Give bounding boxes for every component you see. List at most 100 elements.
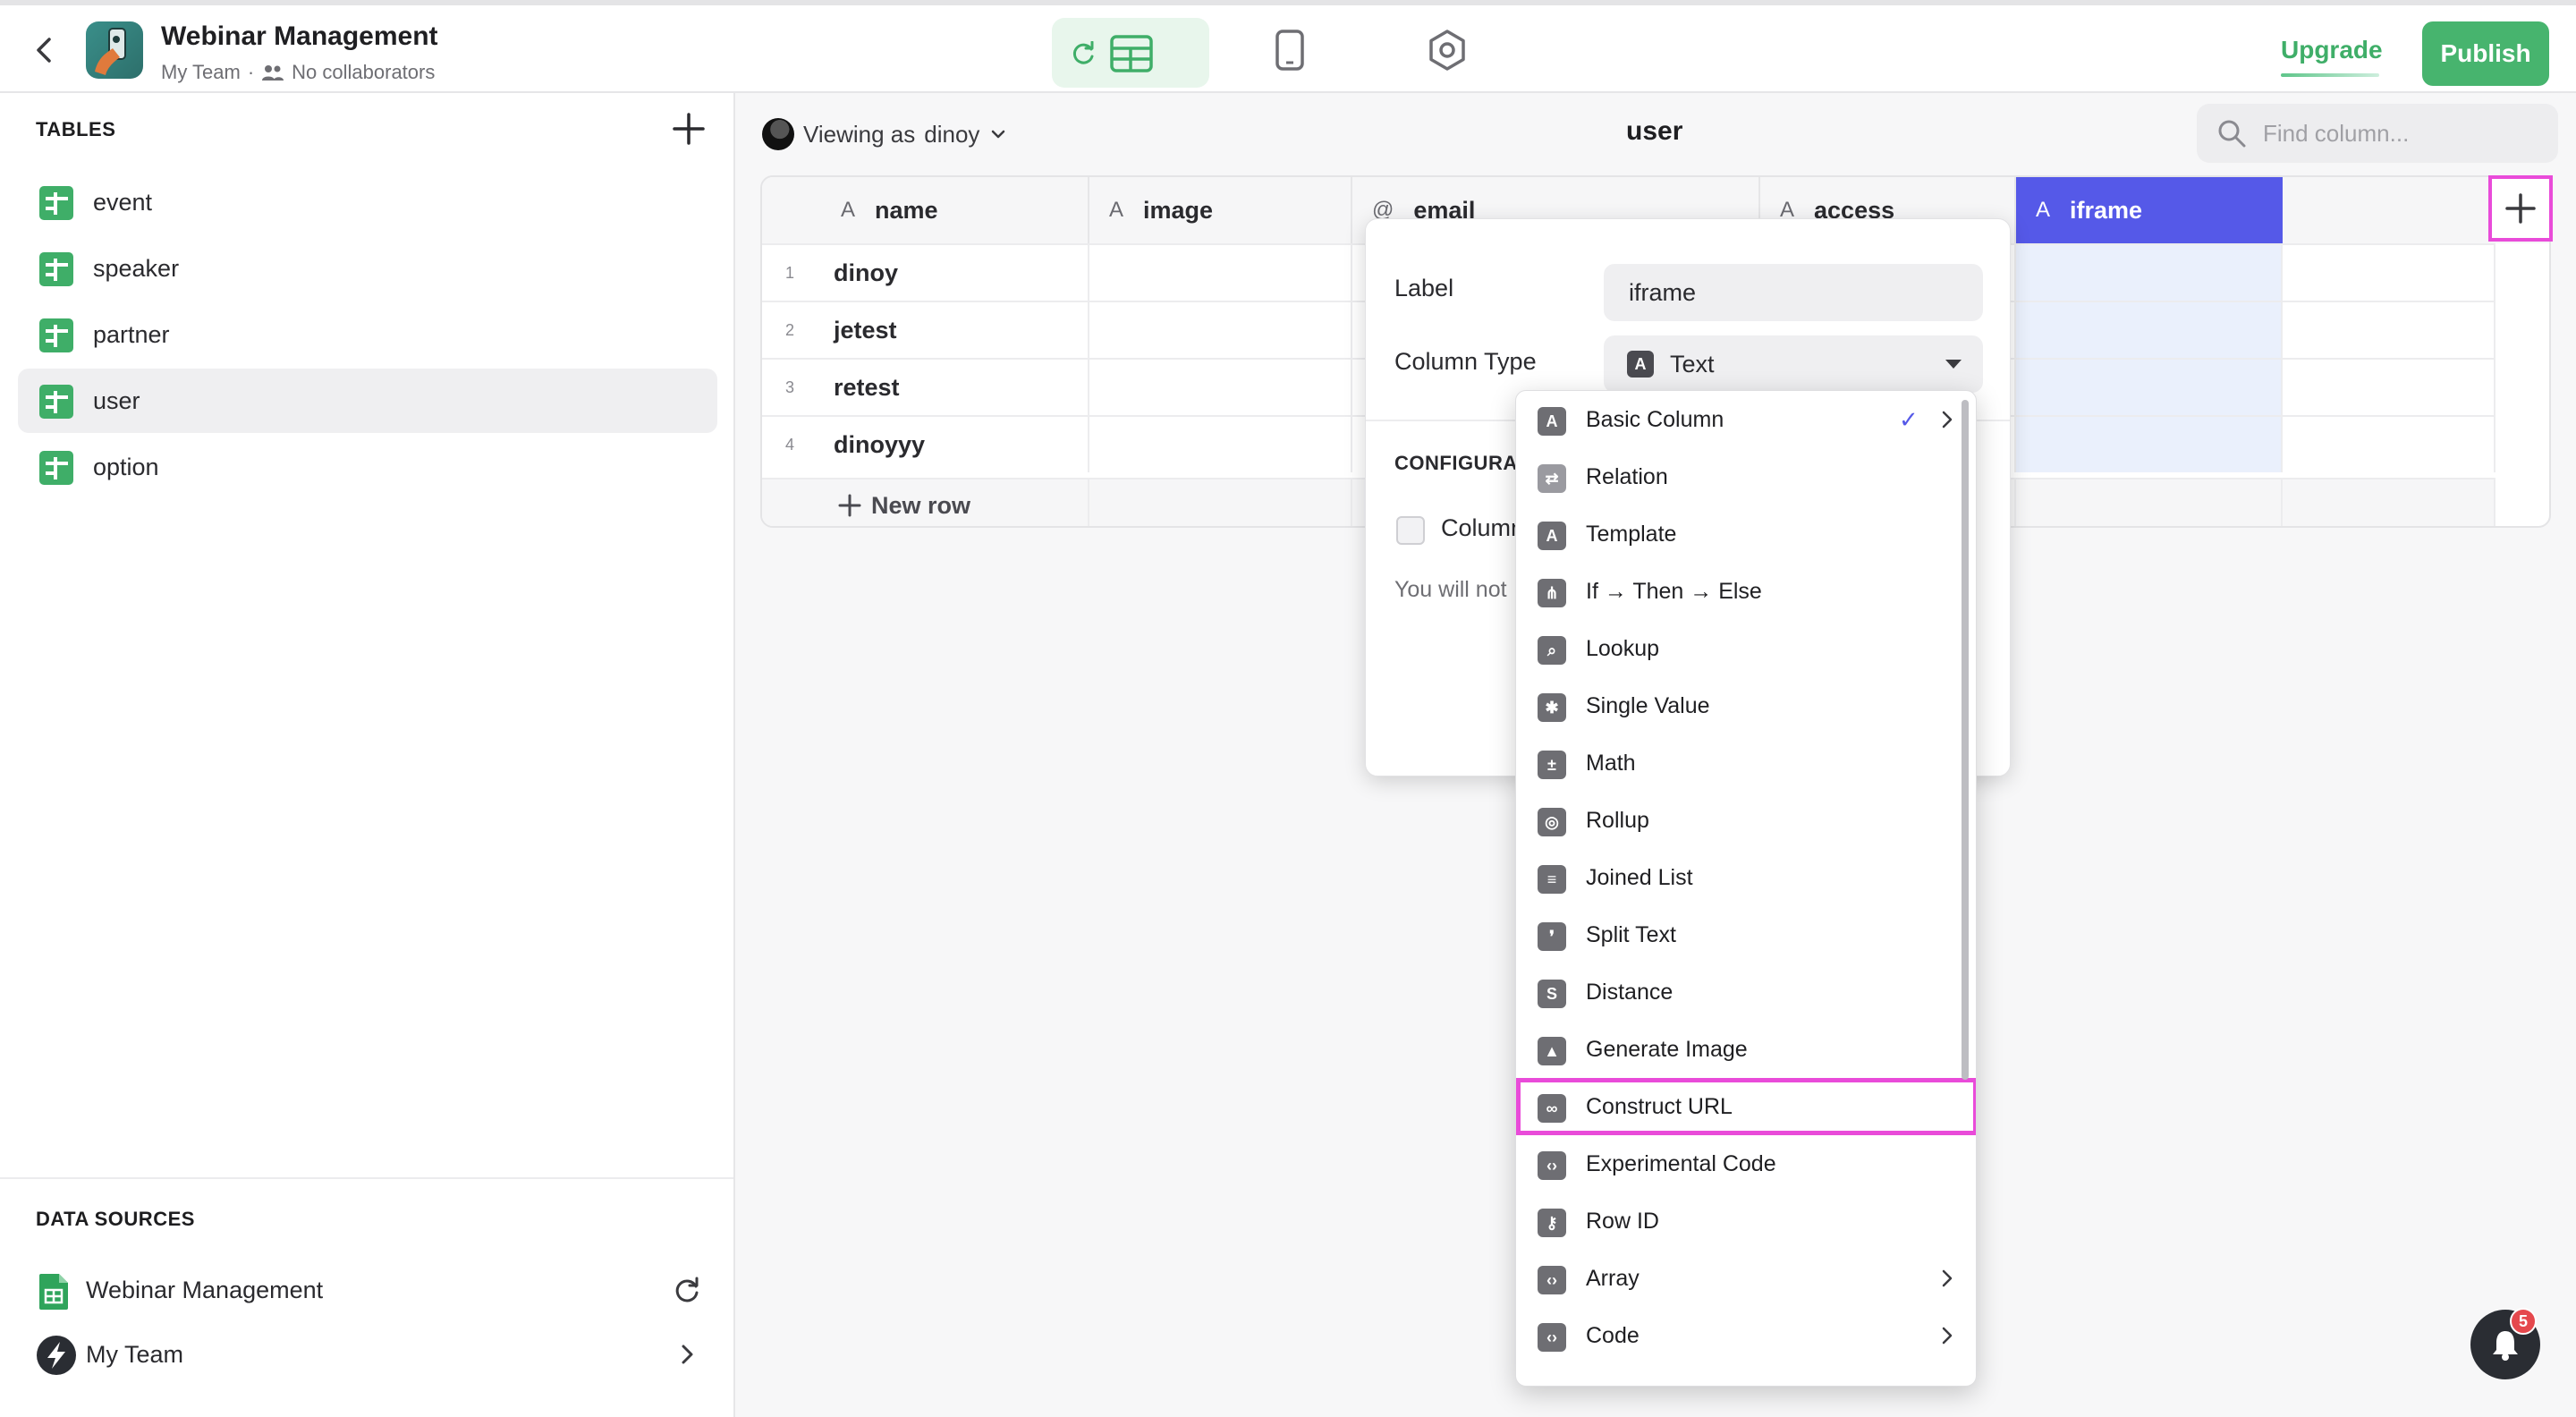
new-row-button[interactable]: New row <box>762 478 1089 526</box>
sidebar-item-user[interactable]: user <box>18 369 717 433</box>
table-row[interactable]: 4 dinoyyy <box>762 415 1089 472</box>
cell-empty <box>2283 243 2496 301</box>
cell-iframe[interactable] <box>2016 243 2283 301</box>
label-input[interactable] <box>1627 277 1949 308</box>
chevron-right-icon <box>1942 1269 1953 1287</box>
cell-iframe[interactable] <box>2016 301 2283 358</box>
menu-item-array[interactable]: ‹› Array <box>1516 1250 1976 1307</box>
menu-item-template[interactable]: A Template <box>1516 505 1976 563</box>
add-column-button[interactable] <box>2488 175 2553 242</box>
table-sheet-icon <box>39 451 73 485</box>
column-header-label: name <box>875 196 938 224</box>
column-header-label: image <box>1143 196 1214 224</box>
chevron-right-icon[interactable] <box>674 1342 699 1367</box>
cell-iframe[interactable] <box>2016 415 2283 472</box>
column-type-value: Text <box>1670 350 1715 378</box>
table-sheet-icon <box>39 186 73 220</box>
cell-empty <box>2283 415 2496 472</box>
sidebar-item-label: event <box>93 188 153 216</box>
column-header-name[interactable]: A name <box>762 177 1089 243</box>
menu-item-math[interactable]: ± Math <box>1516 734 1976 792</box>
column-header-iframe[interactable]: A iframe <box>2016 177 2283 243</box>
column-type-label: Column Type <box>1394 348 1537 375</box>
table-row[interactable]: 3 retest <box>762 358 1089 415</box>
checkbox-label: Column <box>1441 514 1525 541</box>
new-row-label: New row <box>871 491 971 519</box>
menu-item-joined-list[interactable]: ≡ Joined List <box>1516 849 1976 906</box>
viewing-as-selector[interactable]: Viewing as dinoy <box>762 116 1008 152</box>
sidebar-item-option[interactable]: option <box>18 435 717 499</box>
column-header-image[interactable]: A image <box>1089 177 1352 243</box>
settings-tab[interactable] <box>1415 18 1479 82</box>
find-column-input[interactable] <box>2261 118 2529 148</box>
menu-item-basic-column[interactable]: A Basic Column ✓ <box>1516 391 1976 448</box>
menu-item-label: Basic Column <box>1586 406 1724 432</box>
cell-image[interactable] <box>1089 358 1352 415</box>
cell-image[interactable] <box>1089 415 1352 472</box>
search-icon <box>2218 120 2246 148</box>
upgrade-link[interactable]: Upgrade <box>2281 36 2383 64</box>
menu-item-lookup[interactable]: ⌕ Lookup <box>1516 620 1976 677</box>
menu-item-label: Construct URL <box>1586 1093 1733 1119</box>
phone-icon <box>1275 30 1304 71</box>
collaborators-status: No collaborators <box>292 61 436 83</box>
sidebar-item-event[interactable]: event <box>18 170 717 234</box>
chevron-right-icon <box>1942 411 1953 428</box>
menu-item-distance[interactable]: S Distance <box>1516 963 1976 1021</box>
table-row[interactable]: 1 dinoy <box>762 243 1089 301</box>
tables-section-title: TABLES <box>36 118 116 140</box>
menu-item-construct-url[interactable]: ∞ Construct URL <box>1516 1078 1976 1135</box>
chevron-down-icon <box>992 130 1005 139</box>
data-editor-tab[interactable] <box>1052 18 1209 88</box>
sidebar-divider <box>0 1177 733 1179</box>
rollup-icon: ◎ <box>1538 808 1566 836</box>
dropdown-scrollbar[interactable] <box>1962 400 1969 1080</box>
text-type-icon: A <box>2036 198 2051 222</box>
menu-item-split-text[interactable]: ❜ Split Text <box>1516 906 1976 963</box>
menu-item-label: Row ID <box>1586 1208 1659 1234</box>
math-icon: ± <box>1538 751 1566 779</box>
menu-item-single-value[interactable]: ✱ Single Value <box>1516 677 1976 734</box>
separator: · <box>247 61 255 83</box>
back-arrow-icon[interactable] <box>27 32 63 68</box>
menu-item-if-then-else[interactable]: ⋔ If → Then → Else <box>1516 563 1976 620</box>
code-icon: ‹› <box>1538 1151 1566 1180</box>
table-sheet-icon <box>39 385 73 419</box>
add-table-icon[interactable] <box>669 109 708 148</box>
publish-button[interactable]: Publish <box>2422 21 2549 86</box>
layout-editor-tab[interactable] <box>1258 18 1322 82</box>
people-icon <box>262 65 284 81</box>
row-number: 2 <box>785 320 795 339</box>
cell-iframe[interactable] <box>2016 358 2283 415</box>
refresh-icon[interactable] <box>673 1276 701 1304</box>
app-icon[interactable] <box>86 21 143 79</box>
find-column-search[interactable] <box>2197 104 2558 163</box>
cell-name: jetest <box>834 316 897 344</box>
menu-item-label: Joined List <box>1586 864 1693 890</box>
chevron-right-icon <box>1942 1327 1953 1345</box>
menu-item-row-id[interactable]: ⚷ Row ID <box>1516 1192 1976 1250</box>
menu-item-rollup[interactable]: ◎ Rollup <box>1516 792 1976 849</box>
source-webinar-management[interactable]: Webinar Management <box>36 1263 716 1317</box>
menu-item-generate-image[interactable]: ▲ Generate Image <box>1516 1021 1976 1078</box>
label-field[interactable] <box>1604 264 1983 321</box>
sidebar-item-partner[interactable]: partner <box>18 302 717 367</box>
menu-item-code[interactable]: ‹› Code <box>1516 1307 1976 1364</box>
config-note: You will not <box>1394 577 1507 602</box>
menu-item-relation[interactable]: ⇄ Relation <box>1516 448 1976 505</box>
menu-item-label: Relation <box>1586 463 1668 489</box>
split-text-icon: ❜ <box>1538 922 1566 951</box>
table-row[interactable]: 2 jetest <box>762 301 1089 358</box>
cell-image[interactable] <box>1089 243 1352 301</box>
plus-icon <box>838 494 861 517</box>
relation-icon: ⇄ <box>1538 464 1566 493</box>
cell-image[interactable] <box>1089 301 1352 358</box>
source-my-team[interactable]: My Team <box>36 1328 716 1381</box>
column-type-select[interactable]: A Text <box>1604 335 1983 393</box>
template-icon: A <box>1538 522 1566 550</box>
column-checkbox[interactable] <box>1396 516 1425 545</box>
single-value-icon: ✱ <box>1538 693 1566 722</box>
code-icon: ‹› <box>1538 1323 1566 1352</box>
sidebar-item-speaker[interactable]: speaker <box>18 236 717 301</box>
menu-item-experimental-code[interactable]: ‹› Experimental Code <box>1516 1135 1976 1192</box>
